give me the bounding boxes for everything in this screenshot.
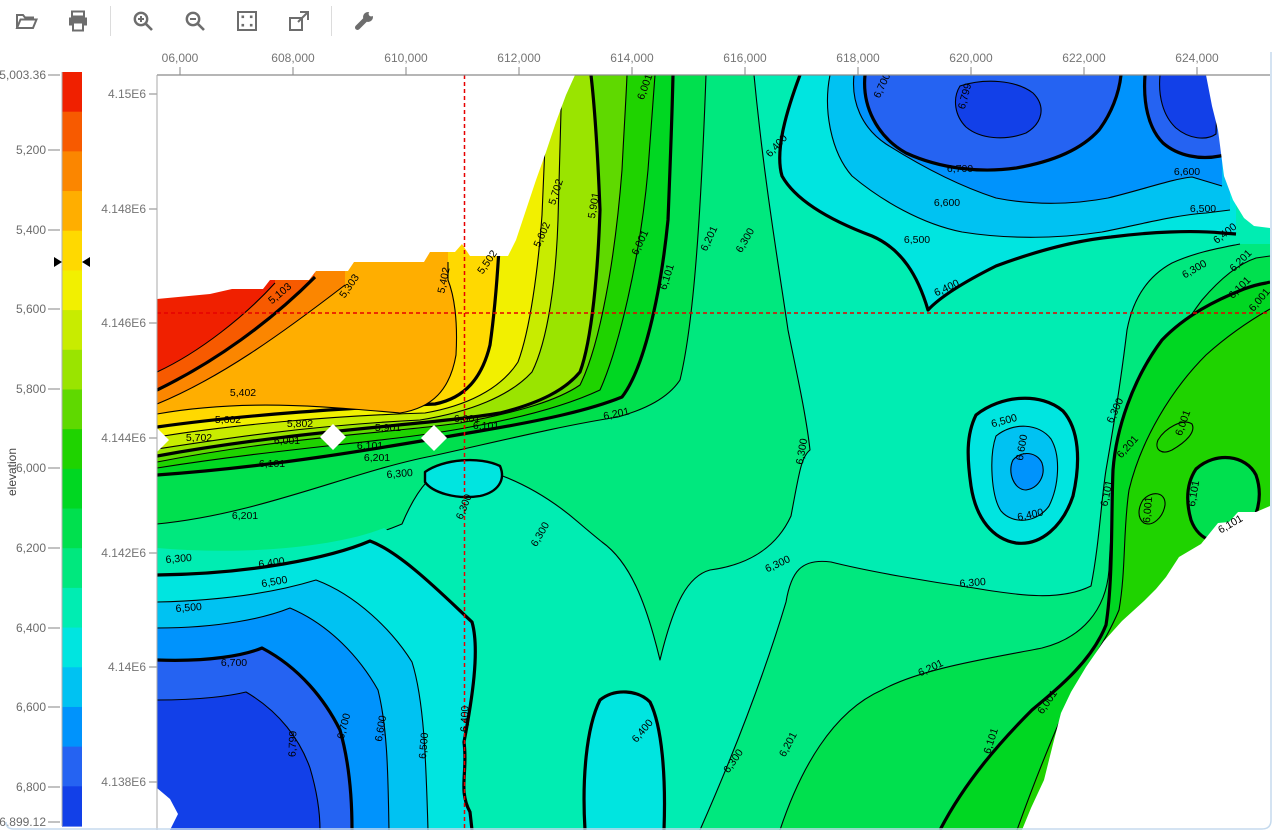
- contour-label: 5,702: [186, 432, 212, 444]
- contour-label: 6,300: [165, 552, 192, 566]
- colorbar-segment: [62, 191, 82, 231]
- y-axis-tick-label: 4.14E6: [108, 660, 146, 674]
- contour-label: 6,799: [287, 730, 300, 757]
- x-axis-tick-label: 610,000: [384, 51, 428, 65]
- contour-map-canvas[interactable]: 5,1035,3035,4025,5025,6025,7025,9016,001…: [0, 0, 1277, 836]
- colorbar-segment: [62, 707, 82, 747]
- x-axis-tick-label: 622,000: [1062, 51, 1106, 65]
- y-axis-tick-label: 4.144E6: [101, 431, 146, 445]
- y-axis-tick-label: 4.138E6: [101, 775, 146, 789]
- colorbar-tick-label: 5,003.36: [0, 68, 46, 82]
- contour-label: 6,300: [386, 467, 413, 481]
- app-window: 5,1035,3035,4025,5025,6025,7025,9016,001…: [0, 0, 1277, 836]
- colorbar-segment: [62, 72, 82, 112]
- colorbar-segment: [62, 747, 82, 787]
- colorbar-segment: [62, 389, 82, 429]
- colorbar-marker-left-arrow[interactable]: [54, 257, 62, 267]
- contour-label: 5,901: [375, 422, 401, 434]
- y-axis-tick-label: 4.148E6: [101, 202, 146, 216]
- colorbar-segment: [62, 667, 82, 707]
- x-axis-tick-label: 608,000: [271, 51, 315, 65]
- y-axis-tick-label: 4.146E6: [101, 316, 146, 330]
- colorbar-segment: [62, 548, 82, 588]
- y-axis-tick-label: 4.15E6: [108, 87, 146, 101]
- x-axis-tick-label: 624,000: [1175, 51, 1219, 65]
- contour-label: 6,500: [1190, 203, 1216, 215]
- colorbar-tick-label: 5,200: [16, 143, 46, 157]
- colorbar-segment: [62, 588, 82, 628]
- contour-label: 6,700: [221, 657, 247, 669]
- contour-map[interactable]: 5,1035,3035,4025,5025,6025,7025,9016,001…: [145, 71, 1273, 830]
- contour-label: 6,300: [959, 576, 986, 590]
- export-view-icon: [287, 9, 311, 33]
- contour-label: 6,101: [259, 458, 285, 470]
- toolbar-separator: [110, 6, 111, 36]
- colorbar-segment: [62, 151, 82, 191]
- colorbar-segment: [62, 469, 82, 509]
- colorbar-tick-label: 5,400: [16, 223, 46, 237]
- y-axis-tick-label: 4.142E6: [101, 546, 146, 560]
- colorbar-segment: [62, 786, 82, 826]
- contour-label: 6,101: [473, 420, 499, 432]
- contour-label: 6,001: [274, 435, 300, 447]
- contour-label: 6,600: [1174, 166, 1200, 178]
- contour-label: 6,700: [947, 163, 973, 175]
- colorbar-tick-label: 6,200: [16, 541, 46, 555]
- print-icon: [66, 9, 90, 33]
- colorbar-segment: [62, 112, 82, 152]
- colorbar-segment: [62, 628, 82, 668]
- contour-label: 6,500: [175, 601, 202, 615]
- colorbar-segment: [62, 231, 82, 271]
- contour-label: 5,402: [230, 387, 256, 399]
- colorbar-marker-right-arrow[interactable]: [82, 257, 90, 267]
- contour-label: 6,400: [459, 705, 472, 732]
- x-axis-tick-label: 620,000: [949, 51, 993, 65]
- colorbar-tick-label: 6,600: [16, 700, 46, 714]
- contour-label: 6,201: [364, 452, 390, 464]
- zoom-extents-icon: [235, 9, 259, 33]
- open-folder-icon: [14, 9, 38, 33]
- x-axis-tick-label: 06,000: [162, 51, 199, 65]
- contour-label: 6,600: [934, 197, 960, 209]
- toolbar: [0, 0, 1277, 42]
- zoom-in-icon: [131, 9, 155, 33]
- x-axis-tick-label: 612,000: [497, 51, 541, 65]
- x-axis-tick-label: 616,000: [723, 51, 767, 65]
- colorbar-title: elevation: [5, 448, 19, 496]
- colorbar-tick-label: 6,400: [16, 621, 46, 635]
- export-view-button[interactable]: [286, 8, 312, 34]
- contour-label: 5,602: [215, 414, 241, 426]
- contour-label: 6,500: [417, 732, 431, 759]
- zoom-out-button[interactable]: [182, 8, 208, 34]
- zoom-out-icon: [183, 9, 207, 33]
- zoom-extents-button[interactable]: [234, 8, 260, 34]
- colorbar-segment: [62, 270, 82, 310]
- toolbar-separator: [331, 6, 332, 36]
- print-button[interactable]: [65, 8, 91, 34]
- contour-label: 6,001: [1141, 496, 1155, 523]
- contour-label: 6,500: [904, 234, 930, 246]
- x-axis-tick-label: 618,000: [836, 51, 880, 65]
- colorbar-segment: [62, 350, 82, 390]
- x-axis-tick-label: 614,000: [610, 51, 654, 65]
- colorbar-tick-label: 5,600: [16, 302, 46, 316]
- colorbar-tick-label: 5,800: [16, 382, 46, 396]
- tools-button[interactable]: [351, 8, 377, 34]
- colorbar-segment: [62, 310, 82, 350]
- contour-label: 5,802: [287, 418, 313, 430]
- colorbar-segment: [62, 509, 82, 549]
- colorbar-segment: [62, 429, 82, 469]
- contour-label: 6,101: [357, 440, 383, 452]
- colorbar-tick-label: 6,000: [16, 461, 46, 475]
- colorbar-tick-label: 6,800: [16, 780, 46, 794]
- tools-icon: [352, 9, 376, 33]
- contour-label: 6,201: [232, 510, 258, 522]
- open-folder-button[interactable]: [13, 8, 39, 34]
- zoom-in-button[interactable]: [130, 8, 156, 34]
